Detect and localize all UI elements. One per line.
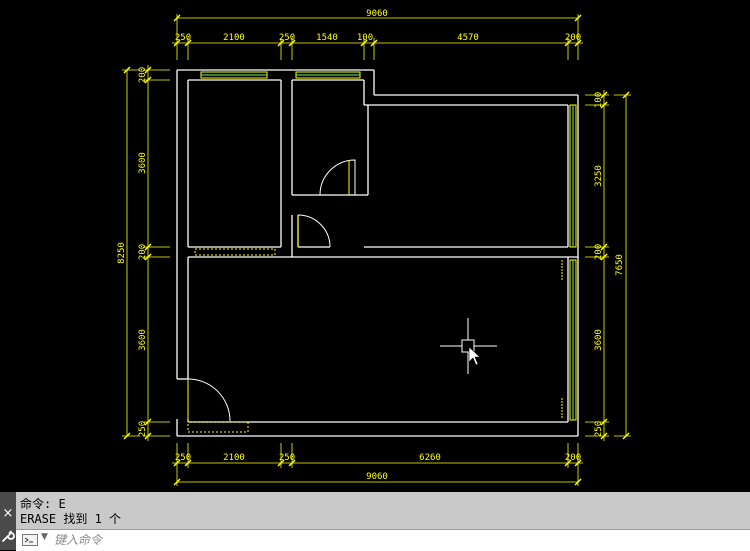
dim-top-4: 1540 <box>316 33 338 43</box>
dim-right-1: 100 <box>594 92 604 108</box>
dim-left-1: 200 <box>138 67 148 83</box>
dim-top-2: 2100 <box>223 33 245 43</box>
command-input-row: ▼ <box>16 529 750 551</box>
crosshair-cursor-icon <box>440 318 497 374</box>
window-bottom-left <box>187 421 249 433</box>
command-history-line: 命令: E <box>20 497 66 511</box>
dim-bottom-4: 6260 <box>419 453 441 463</box>
dimension-lines <box>122 14 631 486</box>
dim-bottom-5: 200 <box>565 453 581 463</box>
door-swing-middle <box>297 214 331 248</box>
command-line-sidebar: × <box>0 492 16 550</box>
dim-right-3: 200 <box>594 244 604 260</box>
dimension-ticks <box>123 14 630 486</box>
command-line-panel: × 命令: E ERASE 找到 1 个 ▼ <box>0 492 750 551</box>
drawing-viewport[interactable]: 9060 250 2100 250 1540 100 4570 200 250 … <box>0 0 750 492</box>
wrench-icon[interactable] <box>1 529 15 543</box>
command-history-line: ERASE 找到 1 个 <box>20 512 122 526</box>
dim-bottom-total: 9060 <box>366 472 388 482</box>
dim-top-1: 250 <box>175 33 191 43</box>
door-swing-entry <box>187 378 231 422</box>
doors <box>187 159 563 422</box>
dim-right-2: 3250 <box>594 165 604 187</box>
dim-left-3: 200 <box>138 244 148 260</box>
dropdown-arrow-icon[interactable]: ▼ <box>41 532 48 542</box>
command-input[interactable] <box>54 532 734 548</box>
dim-left-5: 250 <box>138 421 148 437</box>
dim-bottom-3: 250 <box>279 453 295 463</box>
dim-top-5: 100 <box>357 33 373 43</box>
dim-top-3: 250 <box>279 33 295 43</box>
door-swing-upper <box>319 159 356 196</box>
dim-left-4: 3600 <box>138 329 148 351</box>
floor-plan-drawing: 9060 250 2100 250 1540 100 4570 200 250 … <box>117 9 631 486</box>
dim-left-2: 3600 <box>138 152 148 174</box>
dim-top-total: 9060 <box>366 9 388 19</box>
dim-bottom-1: 250 <box>175 453 191 463</box>
dim-top-6: 4570 <box>457 33 479 43</box>
walls <box>176 69 579 437</box>
dim-bottom-2: 2100 <box>223 453 245 463</box>
window-middle-wall <box>194 248 276 256</box>
command-history: 命令: E ERASE 找到 1 个 <box>20 497 740 529</box>
dim-right-total: 7650 <box>615 254 625 276</box>
windows <box>187 71 577 433</box>
dim-top-7: 200 <box>565 33 581 43</box>
command-prompt-icon[interactable] <box>22 534 38 546</box>
dim-left-total: 8250 <box>117 242 127 264</box>
dim-right-5: 250 <box>594 421 604 437</box>
dim-right-4: 3600 <box>594 329 604 351</box>
close-icon[interactable]: × <box>0 506 16 522</box>
